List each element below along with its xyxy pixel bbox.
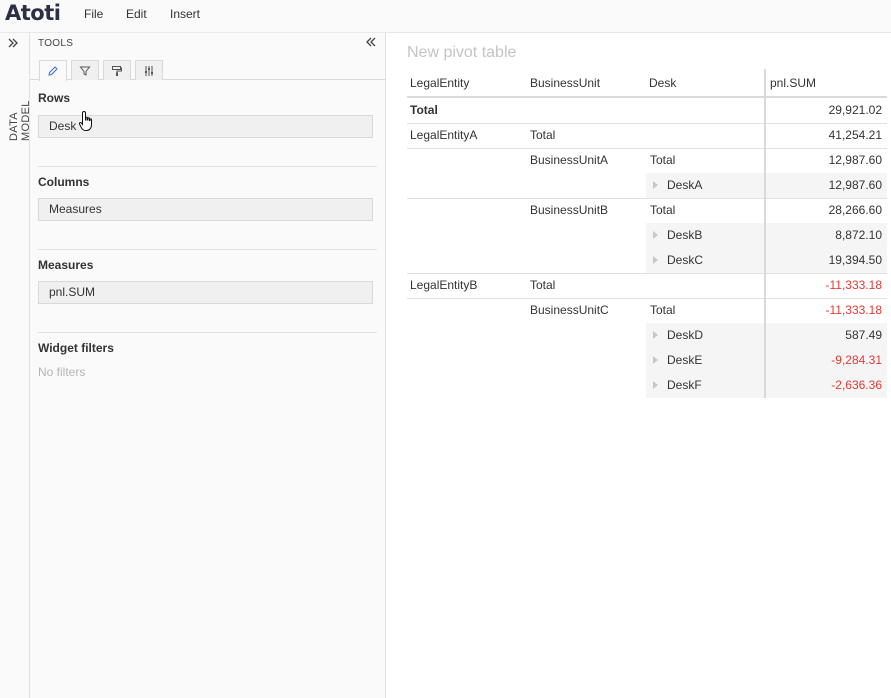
expand-caret-icon[interactable] [653, 255, 658, 264]
cell-pnl-sum: 587.49 [845, 328, 882, 342]
cell-legal-entity: Total [410, 103, 438, 117]
table-row: BusinessUnitB Total 28,266.60 [407, 198, 887, 223]
section-divider [38, 249, 377, 250]
header-pnl-sum[interactable]: pnl.SUM [770, 71, 816, 96]
cell-legal-entity: LegalEntityA [410, 128, 478, 142]
row-separator [407, 198, 887, 199]
cell-desk: DeskA [653, 173, 702, 198]
rows-section-title: Rows [38, 91, 71, 105]
expand-caret-icon[interactable] [653, 180, 658, 189]
row-separator [407, 123, 887, 124]
cell-pnl-sum: 41,254.21 [828, 128, 882, 142]
cell-desk: Total [650, 303, 676, 317]
pencil-icon [48, 66, 58, 76]
table-row: DeskE -9,284.31 [407, 348, 887, 373]
section-divider [38, 332, 377, 333]
hand-cursor-icon [78, 110, 92, 131]
sliders-icon [145, 65, 153, 76]
widget-filters-title: Widget filters [38, 341, 114, 355]
cell-desk: DeskC [653, 248, 703, 273]
cell-desk: Total [650, 203, 676, 217]
desk-label: DeskA [667, 178, 703, 192]
desk-label: DeskB [667, 228, 703, 242]
cell-pnl-sum: 8,872.10 [835, 228, 882, 242]
cell-business-unit: BusinessUnitB [530, 203, 609, 217]
expand-caret-icon[interactable] [653, 355, 658, 364]
data-model-label[interactable]: DATA MODEL [8, 69, 32, 141]
cell-pnl-sum: 12,987.60 [828, 178, 882, 192]
cell-pnl-sum: 19,394.50 [828, 253, 882, 267]
data-model-rail: DATA MODEL [0, 33, 32, 698]
cell-pnl-sum: 29,921.02 [828, 103, 882, 117]
menu-edit[interactable]: Edit [126, 7, 147, 21]
table-row: BusinessUnitA Total 12,987.60 [407, 148, 887, 173]
tools-title: TOOLS [38, 38, 74, 49]
desk-label: DeskF [667, 378, 702, 392]
tab-settings[interactable] [135, 60, 163, 80]
table-row: BusinessUnitC Total -11,333.18 [407, 298, 887, 323]
header-desk[interactable]: Desk [649, 71, 676, 96]
table-row: LegalEntityB Total -11,333.18 [407, 273, 887, 298]
cell-desk: DeskF [653, 373, 702, 398]
table-row: DeskA 12,987.60 [407, 173, 887, 198]
table-row: Total 29,921.02 [407, 98, 887, 123]
measures-field-pnl-sum[interactable]: pnl.SUM [38, 281, 373, 304]
table-row: LegalEntityA Total 41,254.21 [407, 123, 887, 148]
row-separator [407, 298, 887, 299]
cell-business-unit: Total [530, 128, 556, 142]
cell-legal-entity: LegalEntityB [410, 278, 478, 292]
widget-title[interactable]: New pivot table [407, 44, 516, 62]
cell-pnl-sum: 28,266.60 [828, 203, 882, 217]
cell-desk: DeskD [653, 323, 703, 348]
paint-roller-icon [112, 65, 122, 76]
expand-caret-icon[interactable] [653, 330, 658, 339]
columns-field-measures[interactable]: Measures [38, 198, 373, 221]
atoti-logo: Atoti [5, 1, 61, 25]
filter-icon [79, 66, 91, 76]
cell-business-unit: BusinessUnitC [530, 303, 609, 317]
cell-pnl-sum: -2,636.36 [831, 378, 882, 392]
cell-business-unit: Total [530, 278, 556, 292]
header-business-unit[interactable]: BusinessUnit [530, 71, 600, 96]
desk-label: DeskD [667, 328, 704, 342]
cell-pnl-sum: -11,333.18 [825, 303, 883, 317]
table-row: DeskF -2,636.36 [407, 373, 887, 398]
row-separator [407, 273, 887, 274]
tab-filters[interactable] [71, 60, 99, 80]
double-chevron-left-icon[interactable] [365, 35, 377, 51]
cell-desk: Total [650, 153, 676, 167]
expand-caret-icon[interactable] [653, 380, 658, 389]
tab-content-editor[interactable] [39, 60, 67, 81]
cell-pnl-sum: 12,987.60 [828, 153, 882, 167]
columns-section-title: Columns [38, 175, 90, 189]
table-row: DeskC 19,394.50 [407, 248, 887, 273]
expand-caret-icon[interactable] [653, 230, 658, 239]
app-header: Atoti File Edit Insert [0, 0, 891, 33]
table-row: DeskD 587.49 [407, 323, 887, 348]
cell-business-unit: BusinessUnitA [530, 153, 609, 167]
menu-file[interactable]: File [84, 7, 103, 21]
tab-style[interactable] [103, 60, 131, 80]
table-row: DeskB 8,872.10 [407, 223, 887, 248]
measures-section-title: Measures [38, 258, 94, 272]
desk-label: DeskE [667, 353, 703, 367]
section-divider [38, 166, 377, 167]
measure-column-divider[interactable] [764, 69, 766, 398]
pivot-header-row: LegalEntity BusinessUnit Desk pnl.SUM [407, 71, 887, 96]
dashboard-canvas: New pivot table LegalEntity BusinessUnit… [387, 33, 891, 698]
cell-desk: DeskB [653, 223, 702, 248]
menu-insert[interactable]: Insert [170, 7, 200, 21]
header-legal-entity[interactable]: LegalEntity [410, 71, 469, 96]
double-chevron-right-icon[interactable] [7, 36, 19, 52]
cell-pnl-sum: -9,284.31 [831, 353, 882, 367]
row-separator [407, 148, 887, 149]
no-filters-text: No filters [38, 365, 86, 379]
cell-desk: DeskE [653, 348, 702, 373]
desk-label: DeskC [667, 253, 704, 267]
cell-pnl-sum: -11,333.18 [825, 278, 883, 292]
tools-panel: TOOLS Rows Desk Columns Measures Measure… [30, 33, 386, 698]
